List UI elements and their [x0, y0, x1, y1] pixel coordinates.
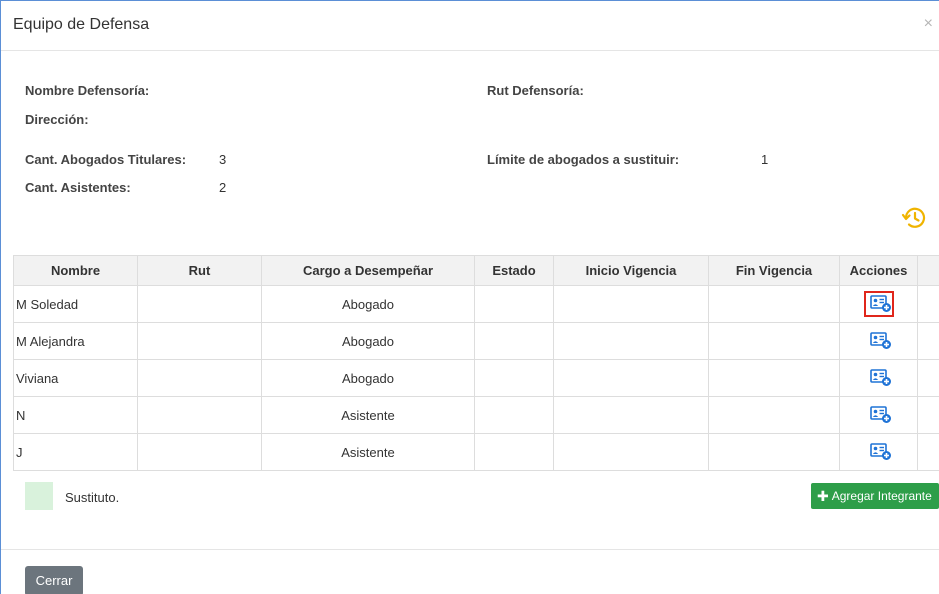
substitute-member-button[interactable] [863, 291, 894, 317]
column-header-inicio-vigencia[interactable]: Inicio Vigencia [553, 255, 709, 286]
cell-fin-vigencia [708, 322, 840, 360]
cell-fin-vigencia [708, 433, 840, 471]
cell-rut [137, 359, 262, 397]
nombre-defensoria-label: Nombre Defensoría: [25, 83, 150, 98]
cell-estado [474, 285, 554, 323]
close-icon[interactable]: × [924, 15, 933, 33]
cant-asistentes-label: Cant. Asistentes: [25, 180, 131, 195]
add-user-card-icon [869, 369, 891, 386]
cell-cargo: Abogado [261, 359, 475, 397]
cell-nombre: M Alejandra [13, 322, 138, 360]
team-table: Nombre Rut Cargo a Desempeñar Estado Ini… [13, 255, 939, 471]
cant-titulares-label: Cant. Abogados Titulares: [25, 152, 187, 167]
cant-asistentes-value: 2 [219, 180, 227, 195]
cell-acciones [839, 322, 918, 360]
modal-title: Equipo de Defensa [13, 16, 150, 33]
column-header-fin-vigencia[interactable]: Fin Vigencia [708, 255, 840, 286]
cell-inicio-vigencia [553, 359, 709, 397]
substitute-legend-swatch [25, 482, 53, 510]
cell-nombre: N [13, 396, 138, 434]
cell-inicio-vigencia [553, 322, 709, 360]
cell-filler [917, 322, 939, 360]
cell-filler [917, 433, 939, 471]
cell-fin-vigencia [708, 359, 840, 397]
cell-cargo: Abogado [261, 322, 475, 360]
cell-cargo: Abogado [261, 285, 475, 323]
add-user-card-icon [869, 295, 891, 312]
substitute-member-button[interactable] [864, 365, 894, 391]
cell-nombre: Viviana [13, 359, 138, 397]
column-header-nombre[interactable]: Nombre [13, 255, 138, 286]
table-row: M Alejandra Abogado [13, 322, 939, 360]
direccion-label: Dirección: [25, 112, 89, 127]
table-row: N Asistente [13, 396, 939, 434]
cell-inicio-vigencia [553, 396, 709, 434]
cell-filler [917, 359, 939, 397]
cell-estado [474, 359, 554, 397]
add-user-card-icon [869, 443, 891, 460]
cell-fin-vigencia [708, 285, 840, 323]
cell-inicio-vigencia [553, 433, 709, 471]
cell-acciones [839, 285, 918, 323]
cell-estado [474, 396, 554, 434]
rut-defensoria-label: Rut Defensoría: [487, 83, 584, 98]
cell-nombre: J [13, 433, 138, 471]
substitute-legend-label: Sustituto. [65, 490, 120, 505]
column-header-filler [917, 255, 939, 286]
substitute-member-button[interactable] [864, 439, 894, 465]
cell-nombre: M Soledad [13, 285, 138, 323]
cell-estado [474, 322, 554, 360]
cell-filler [917, 396, 939, 434]
table-row: J Asistente [13, 433, 939, 471]
cell-acciones [839, 396, 918, 434]
cell-cargo: Asistente [261, 433, 475, 471]
column-header-cargo[interactable]: Cargo a Desempeñar [261, 255, 475, 286]
column-header-estado[interactable]: Estado [474, 255, 554, 286]
history-icon[interactable] [901, 205, 927, 231]
footer-divider [1, 549, 939, 550]
cell-filler [917, 285, 939, 323]
column-header-rut[interactable]: Rut [137, 255, 262, 286]
table-row: Viviana Abogado [13, 359, 939, 397]
close-button[interactable]: Cerrar [25, 566, 83, 594]
cell-estado [474, 433, 554, 471]
modal-header: Equipo de Defensa × [1, 1, 939, 51]
cell-acciones [839, 359, 918, 397]
cell-fin-vigencia [708, 396, 840, 434]
add-user-card-icon [869, 406, 891, 423]
cell-rut [137, 433, 262, 471]
cell-cargo: Asistente [261, 396, 475, 434]
substitute-member-button[interactable] [864, 328, 894, 354]
limite-sustituir-label: Límite de abogados a sustituir: [487, 152, 680, 167]
cell-inicio-vigencia [553, 285, 709, 323]
add-member-label: Agregar Integrante [831, 489, 932, 503]
cell-rut [137, 285, 262, 323]
limite-sustituir-value: 1 [761, 152, 769, 167]
table-row: M Soledad Abogado [13, 285, 939, 323]
defense-team-modal: Equipo de Defensa × Nombre Defensoría: R… [0, 0, 939, 594]
cell-acciones [839, 433, 918, 471]
plus-icon: ✚ [817, 488, 829, 504]
cant-titulares-value: 3 [219, 152, 227, 167]
substitute-member-button[interactable] [864, 402, 894, 428]
column-header-acciones: Acciones [839, 255, 918, 286]
add-member-button[interactable]: ✚ Agregar Integrante [811, 483, 939, 509]
cell-rut [137, 396, 262, 434]
table-header-row: Nombre Rut Cargo a Desempeñar Estado Ini… [13, 255, 939, 286]
cell-rut [137, 322, 262, 360]
add-user-card-icon [869, 332, 891, 349]
